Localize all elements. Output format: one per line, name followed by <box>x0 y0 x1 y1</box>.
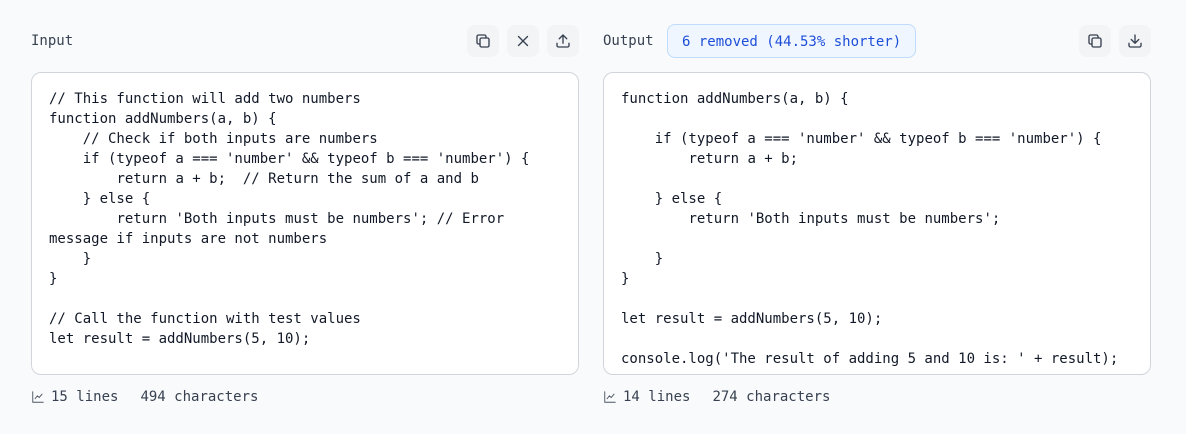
upload-icon <box>556 34 570 48</box>
output-panel: Output 6 removed (44.53% shorter) functi… <box>603 24 1151 405</box>
input-lines: 15 lines <box>51 389 119 405</box>
input-code[interactable]: // This function will add two numbers fu… <box>49 89 562 349</box>
copy-output-button[interactable] <box>1079 25 1111 57</box>
download-button[interactable] <box>1119 25 1151 57</box>
input-toolbar <box>467 25 579 57</box>
copy-icon <box>476 34 490 48</box>
input-chars: 494 characters <box>140 389 259 405</box>
output-code[interactable]: function addNumbers(a, b) { if (typeof a… <box>621 89 1134 369</box>
clear-input-button[interactable] <box>507 25 539 57</box>
output-header: Output 6 removed (44.53% shorter) <box>603 24 1151 60</box>
output-editor[interactable]: function addNumbers(a, b) { if (typeof a… <box>603 72 1151 375</box>
input-label: Input <box>31 33 74 49</box>
input-header: Input <box>31 24 579 60</box>
output-stats: 14 lines 274 characters <box>603 389 1151 405</box>
chart-icon <box>604 391 616 403</box>
copy-icon <box>1088 34 1102 48</box>
copy-input-button[interactable] <box>467 25 499 57</box>
chart-icon <box>32 391 44 403</box>
output-label: Output <box>603 33 654 49</box>
upload-button[interactable] <box>547 25 579 57</box>
close-icon <box>517 35 529 47</box>
output-toolbar <box>1079 25 1151 57</box>
download-icon <box>1128 34 1142 48</box>
output-lines: 14 lines <box>623 389 691 405</box>
input-stats: 15 lines 494 characters <box>31 389 579 405</box>
input-editor[interactable]: // This function will add two numbers fu… <box>31 72 579 375</box>
input-panel: Input // This function will add two numb… <box>31 24 579 405</box>
output-chars: 274 characters <box>712 389 831 405</box>
removed-badge: 6 removed (44.53% shorter) <box>667 24 917 58</box>
